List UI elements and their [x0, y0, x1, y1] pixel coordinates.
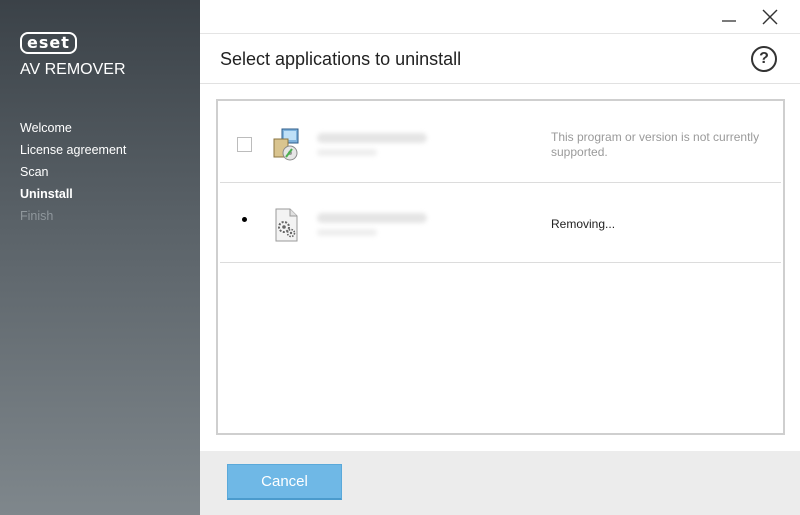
application-status: This program or version is not currently… — [551, 130, 760, 159]
page-title: Select applications to uninstall — [220, 49, 462, 69]
application-name-redacted — [317, 133, 427, 143]
wizard-steps: Welcome License agreement Scan Uninstall… — [20, 120, 126, 230]
application-row: This program or version is not currently… — [220, 103, 781, 183]
installer-package-icon — [273, 128, 299, 161]
cancel-button[interactable]: Cancel — [227, 464, 342, 500]
application-name-redacted — [317, 213, 427, 223]
brand: eset AV REMOVER — [20, 32, 126, 79]
applications-list: This program or version is not currently… — [216, 99, 785, 435]
product-name: AV REMOVER — [20, 61, 126, 78]
step-uninstall: Uninstall — [20, 187, 73, 201]
application-version-redacted — [317, 149, 377, 156]
page-header: Select applications to uninstall ? — [200, 34, 800, 84]
minimize-icon — [722, 20, 736, 22]
application-row: Removing... — [220, 183, 781, 263]
application-status: Removing... — [551, 217, 616, 231]
close-icon — [762, 9, 778, 25]
close-button[interactable] — [756, 4, 784, 30]
application-version-redacted — [317, 229, 377, 236]
step-scan: Scan — [20, 165, 49, 179]
title-bar — [200, 0, 800, 34]
step-license-agreement: License agreement — [20, 143, 127, 157]
step-finish: Finish — [20, 209, 54, 223]
footer: Cancel — [200, 451, 800, 515]
help-button[interactable]: ? — [751, 46, 777, 72]
minimize-button[interactable] — [715, 4, 743, 30]
sidebar: eset AV REMOVER Welcome License agreemen… — [0, 0, 200, 515]
eset-logo: eset — [20, 32, 77, 54]
select-checkbox[interactable] — [237, 137, 252, 152]
bullet-icon — [242, 217, 247, 222]
step-welcome: Welcome — [20, 121, 72, 135]
settings-file-icon — [275, 208, 298, 242]
